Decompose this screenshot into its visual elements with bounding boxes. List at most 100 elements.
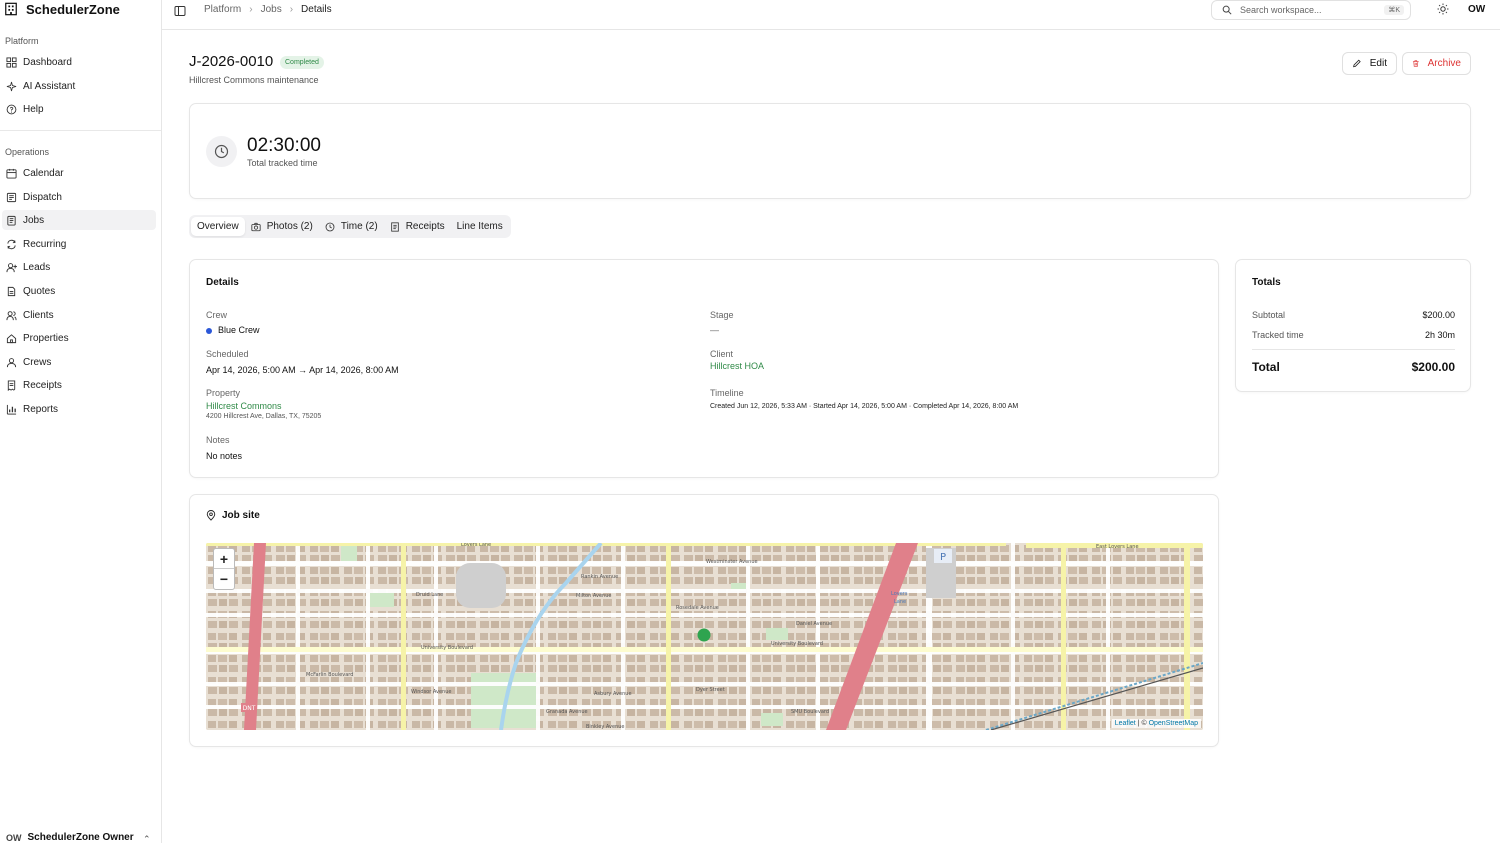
osm-link[interactable]: OpenStreetMap <box>1149 720 1198 727</box>
tab-bar: Overview Photos (2) Time (2) Receipts Li… <box>189 215 511 238</box>
svg-text:Westminster Avenue: Westminster Avenue <box>706 559 758 565</box>
breadcrumb-platform[interactable]: Platform <box>204 4 241 15</box>
sidebar-item-properties[interactable]: Properties <box>2 328 156 348</box>
sidebar-item-label: Reports <box>23 403 59 415</box>
search-icon <box>1222 5 1232 15</box>
sidebar-item-clients[interactable]: Clients <box>2 305 156 325</box>
clients-icon <box>6 310 17 320</box>
avatar[interactable]: OW <box>1468 4 1485 15</box>
brand[interactable]: SchedulerZone <box>4 0 120 18</box>
chevron-up-icon[interactable]: ⌃ <box>143 834 151 843</box>
map-pin-icon <box>206 510 216 521</box>
sidebar-item-ai-assistant[interactable]: AI Assistant <box>2 76 156 96</box>
sidebar-item-dashboard[interactable]: Dashboard <box>2 52 156 72</box>
sidebar-item-quotes[interactable]: Quotes <box>2 281 156 301</box>
svg-text:Rankin Avenue: Rankin Avenue <box>581 574 618 580</box>
clock-icon <box>206 136 237 167</box>
tab-time[interactable]: Time (2) <box>319 217 384 236</box>
sidebar-item-label: Help <box>23 103 44 115</box>
sidebar-item-label: Receipts <box>23 379 62 391</box>
tab-line-items[interactable]: Line Items <box>451 217 509 236</box>
svg-text:University Boulevard: University Boulevard <box>771 641 823 647</box>
reports-icon <box>6 404 17 415</box>
sidebar-toggle-icon[interactable] <box>174 5 186 17</box>
sidebar-item-crews[interactable]: Crews <box>2 352 156 372</box>
crew-name: Blue Crew <box>218 325 260 335</box>
avatar: OW <box>6 832 22 843</box>
zoom-out-button[interactable]: − <box>214 569 234 589</box>
svg-text:Druid Lane: Druid Lane <box>416 592 443 598</box>
search-input[interactable]: Search workspace... ⌘K <box>1211 0 1411 20</box>
sidebar-item-label: Recurring <box>23 238 67 250</box>
tab-overview[interactable]: Overview <box>191 217 245 236</box>
topbar: Platform › Jobs › Details Search workspa… <box>162 0 1500 30</box>
sidebar-item-recurring[interactable]: Recurring <box>2 234 156 254</box>
sidebar-item-dispatch[interactable]: Dispatch <box>2 187 156 207</box>
receipts-icon <box>7 379 16 391</box>
tracked-value: 2h 30m <box>1424 330 1455 340</box>
user-menu[interactable]: OW SchedulerZone Owner <box>6 832 134 843</box>
svg-text:University Boulevard: University Boulevard <box>421 645 473 651</box>
sidebar-item-jobs[interactable]: Jobs <box>2 210 156 230</box>
svg-text:Lovers: Lovers <box>891 591 908 597</box>
notes-label: Notes <box>206 435 230 445</box>
help-icon <box>6 104 17 114</box>
svg-text:Binkley Avenue: Binkley Avenue <box>586 724 624 730</box>
details-card: Details Crew Blue Crew Stage — Scheduled… <box>189 259 1219 478</box>
status-badge: Completed <box>280 56 324 69</box>
sidebar-item-help[interactable]: Help <box>2 99 156 119</box>
totals-divider <box>1252 349 1455 350</box>
property-link[interactable]: Hillcrest Commons <box>206 401 282 411</box>
archive-button[interactable]: Archive <box>1402 52 1471 75</box>
tab-label: Receipts <box>405 221 445 232</box>
sidebar-item-reports[interactable]: Reports <box>2 399 156 419</box>
tab-label: Overview <box>197 221 239 232</box>
sidebar-item-leads[interactable]: Leads <box>2 257 156 277</box>
timeline-value: Created Jun 12, 2026, 5:33 AM · Started … <box>710 403 1019 410</box>
sidebar-item-label: Dashboard <box>23 56 72 68</box>
client-link[interactable]: Hillcrest HOA <box>710 361 764 371</box>
zoom-in-button[interactable]: + <box>214 549 234 569</box>
svg-text:DNT: DNT <box>243 705 256 712</box>
svg-text:Windsor Avenue: Windsor Avenue <box>411 689 451 695</box>
leaflet-link[interactable]: Leaflet <box>1115 720 1136 727</box>
receipt-icon <box>390 221 399 232</box>
search-shortcut: ⌘K <box>1384 5 1404 15</box>
card-title: Job site <box>206 510 260 521</box>
sidebar-item-receipts[interactable]: Receipts <box>2 375 156 395</box>
chevron-right-icon: › <box>289 4 294 15</box>
building-icon <box>5 2 17 16</box>
subtotal-label: Subtotal <box>1252 310 1286 320</box>
sidebar-item-calendar[interactable]: Calendar <box>2 163 156 183</box>
scheduled-label: Scheduled <box>206 349 249 359</box>
scheduled-value: Apr 14, 2026, 5:00 AM → Apr 14, 2026, 8:… <box>206 365 399 375</box>
sun-icon[interactable] <box>1437 3 1449 15</box>
chevron-right-icon: › <box>249 4 253 15</box>
archive-label: Archive <box>1427 58 1461 69</box>
crews-icon <box>6 357 17 367</box>
sidebar-item-label: Jobs <box>23 214 45 226</box>
timeline-label: Timeline <box>710 388 744 398</box>
calendar-icon <box>6 168 17 179</box>
recurring-icon <box>7 239 16 249</box>
breadcrumb-details: Details <box>301 4 332 15</box>
subtotal-row: Subtotal $200.00 <box>1252 310 1455 320</box>
trash-icon <box>1412 60 1419 67</box>
tab-photos[interactable]: Photos (2) <box>245 217 319 236</box>
svg-text:East Lovers Lane: East Lovers Lane <box>1096 544 1139 550</box>
sidebar-item-label: Crews <box>23 356 52 368</box>
svg-text:Lovers Lane: Lovers Lane <box>461 543 491 548</box>
svg-text:P: P <box>940 552 946 563</box>
pencil-icon <box>1353 59 1361 68</box>
dashboard-icon <box>6 56 17 68</box>
map-view[interactable]: P DNT Lovers Lane East Lovers Lane Unive… <box>206 543 1203 730</box>
attribution-separator: | © <box>1137 720 1147 727</box>
job-subtitle: Hillcrest Commons maintenance <box>189 75 319 85</box>
map-tiles: P DNT Lovers Lane East Lovers Lane Unive… <box>206 543 1203 730</box>
breadcrumb-jobs[interactable]: Jobs <box>261 4 282 15</box>
edit-button[interactable]: Edit <box>1342 52 1397 75</box>
tab-label: Line Items <box>456 221 503 232</box>
sidebar-item-label: Dispatch <box>23 191 62 203</box>
crew-label: Crew <box>206 310 228 320</box>
tab-receipts[interactable]: Receipts <box>384 217 451 236</box>
